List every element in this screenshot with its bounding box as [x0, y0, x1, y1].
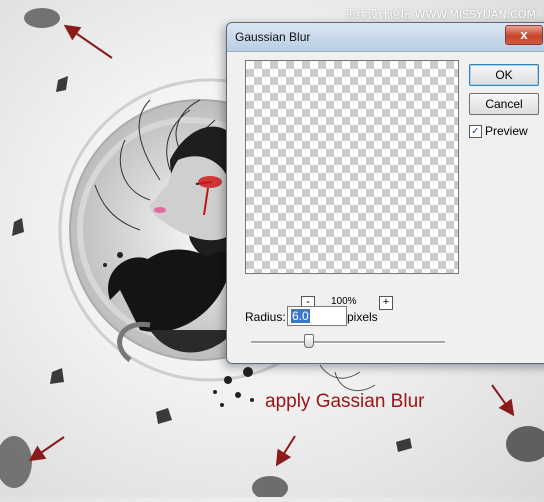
radius-label: Radius: [245, 310, 286, 324]
rock [12, 218, 24, 236]
close-icon: x [520, 27, 528, 42]
cancel-button[interactable]: Cancel [469, 93, 539, 115]
radius-input[interactable]: 6.0 [287, 306, 347, 326]
arrow-bottom-right [491, 384, 515, 417]
rock [156, 408, 172, 424]
tutorial-caption: apply Gassian Blur [265, 391, 425, 412]
radius-value: 6.0 [291, 309, 310, 323]
gaussian-blur-dialog: Gaussian Blur x - 100% + OK Cancel ✓ Pre… [226, 22, 544, 364]
rock-bottom-left [0, 436, 32, 488]
ok-button[interactable]: OK [469, 64, 539, 86]
rock [56, 76, 68, 92]
preview-checkbox[interactable]: ✓ [469, 125, 482, 138]
rock [50, 368, 64, 384]
rock-bottom [252, 476, 288, 500]
radius-unit-label: pixels [347, 310, 378, 324]
blur-preview-pane[interactable] [245, 60, 459, 274]
watermark-text: 思缘设计论坛 WWW.MISSYUAN.COM [345, 8, 536, 21]
radius-slider-thumb[interactable] [304, 334, 314, 348]
arrow-top-left [63, 24, 113, 59]
dialog-title: Gaussian Blur [235, 30, 311, 44]
rock [396, 438, 412, 452]
zoom-in-button[interactable]: + [379, 296, 393, 310]
rock-bottom-right [506, 426, 544, 462]
dialog-titlebar[interactable]: Gaussian Blur x [227, 23, 544, 52]
arrow-bottom-left [28, 436, 65, 462]
art-lips [154, 207, 166, 213]
art-small-branches [319, 364, 376, 392]
close-button[interactable]: x [505, 25, 543, 45]
dialog-body: - 100% + OK Cancel ✓ Preview Radius: 6.0… [233, 52, 544, 357]
preview-checkbox-label: Preview [485, 124, 528, 138]
radius-slider-track[interactable] [251, 341, 445, 344]
arrow-bottom-center [275, 435, 296, 467]
rock-top-left [24, 8, 60, 28]
art-red-glow [198, 176, 222, 188]
